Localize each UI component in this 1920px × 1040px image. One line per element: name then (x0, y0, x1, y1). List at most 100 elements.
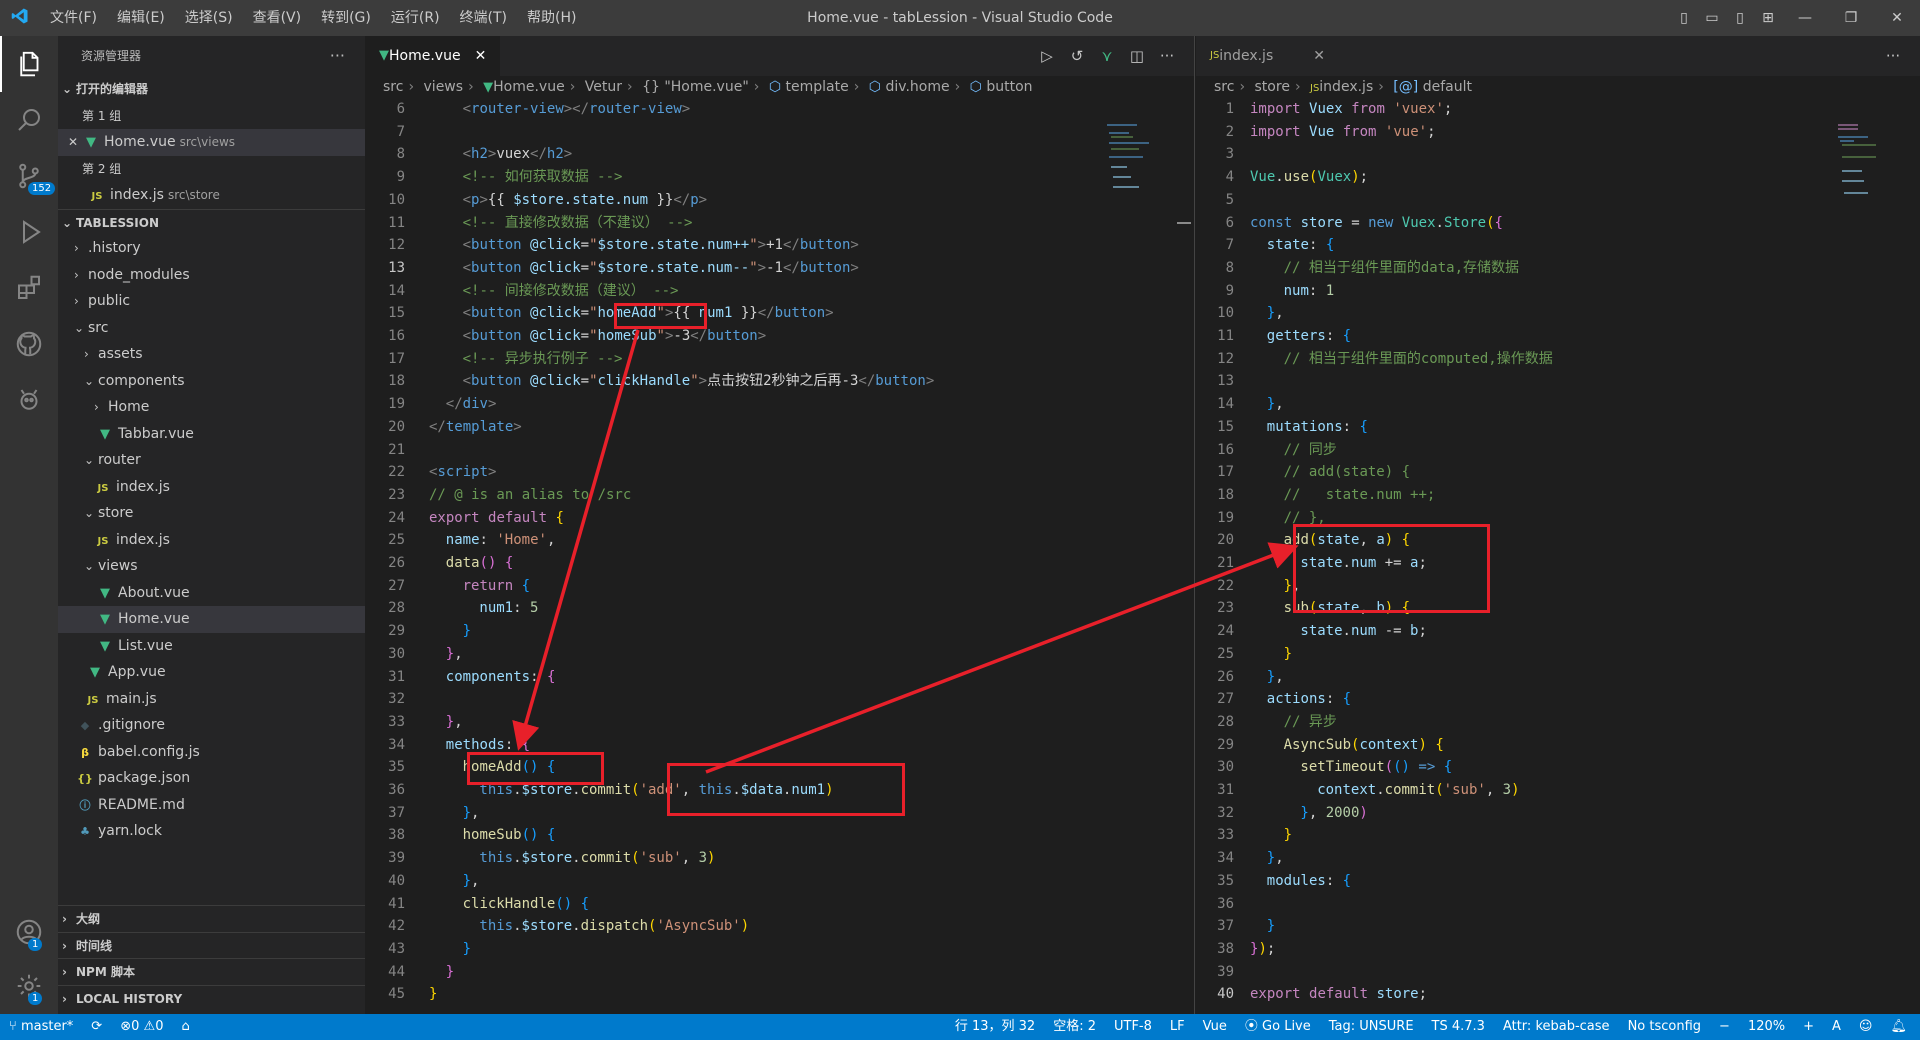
run-debug-icon[interactable] (0, 204, 58, 260)
customize-layout-icon[interactable]: ⊞ (1754, 0, 1782, 36)
timeline-section[interactable]: › 时间线 (58, 931, 365, 959)
tree-item-store[interactable]: ⌄ store (58, 500, 365, 527)
accounts-icon[interactable]: 1 (0, 904, 58, 960)
tree-item-package-json[interactable]: {} package.json (58, 765, 365, 792)
open-editors-section[interactable]: ⌄ 打开的编辑器 (58, 76, 365, 103)
tsconfig-status[interactable]: No tsconfig (1619, 1014, 1710, 1040)
explorer-icon[interactable] (0, 36, 58, 92)
minimap[interactable] (1836, 122, 1896, 242)
close-icon[interactable]: ✕ (475, 36, 487, 76)
crumb[interactable]: button (986, 79, 1032, 95)
npm-scripts-section[interactable]: › NPM 脚本 (58, 958, 365, 985)
indentation[interactable]: 空格: 2 (1044, 1014, 1105, 1040)
tree-item-list-vue[interactable]: ▼ List.vue (58, 633, 365, 660)
toggle-secondary-sidebar-icon[interactable]: ▯ (1726, 0, 1754, 36)
crumb[interactable]: views (424, 79, 464, 95)
tree-item-assets[interactable]: › assets (58, 341, 365, 368)
sync-icon[interactable]: ⟳ (82, 1014, 111, 1040)
font-size-icon[interactable]: A (1823, 1014, 1850, 1040)
tree-item-app-vue[interactable]: ▼ App.vue (58, 659, 365, 686)
tree-item-yarn-lock[interactable]: ♣ yarn.lock (58, 818, 365, 845)
run-icon[interactable]: ▷ (1032, 47, 1062, 65)
vetur-tag[interactable]: Tag: UNSURE (1320, 1014, 1423, 1040)
tree-item-main-js[interactable]: JS main.js (58, 686, 365, 713)
crumb[interactable]: src (383, 79, 403, 95)
problems-indicator[interactable]: ⊗0 ⚠0 (111, 1014, 172, 1040)
crumb[interactable]: store (1255, 79, 1290, 95)
toggle-panel-icon[interactable]: ▭ (1698, 0, 1726, 36)
restore-button[interactable]: ❐ (1828, 0, 1874, 36)
cursor-position[interactable]: 行 13，列 32 (946, 1014, 1044, 1040)
crumb[interactable]: default (1423, 79, 1472, 95)
menu-help[interactable]: 帮助(H) (517, 0, 586, 36)
tree-item-home-folder[interactable]: › Home (58, 394, 365, 421)
encoding[interactable]: UTF-8 (1105, 1014, 1161, 1040)
tree-item-gitignore[interactable]: ◆ .gitignore (58, 712, 365, 739)
source-control-icon[interactable]: 152 (0, 148, 58, 204)
close-window-button[interactable]: ✕ (1874, 0, 1920, 36)
end-of-line[interactable]: LF (1161, 1014, 1194, 1040)
more-actions-icon[interactable]: ··· (1152, 47, 1182, 65)
tree-item-src[interactable]: ⌄ src (58, 315, 365, 342)
crumb[interactable]: div.home (885, 79, 949, 95)
outline-section[interactable]: › 大纲 (58, 905, 365, 932)
scrollbar-thumb[interactable] (1177, 222, 1191, 224)
zoom-out-icon[interactable]: − (1710, 1014, 1739, 1040)
zoom-in-icon[interactable]: + (1794, 1014, 1823, 1040)
close-icon[interactable]: ✕ (68, 129, 82, 156)
menu-edit[interactable]: 编辑(E) (107, 0, 175, 36)
tree-item-components[interactable]: ⌄ components (58, 368, 365, 395)
crumb[interactable]: template (786, 79, 849, 95)
tree-item-router[interactable]: ⌄ router (58, 447, 365, 474)
home-icon[interactable]: ⌂ (172, 1014, 198, 1040)
local-history-section[interactable]: › LOCAL HISTORY (58, 984, 365, 1012)
branch-indicator[interactable]: ⑂ master* (0, 1014, 82, 1040)
crumb[interactable]: Vetur (585, 79, 622, 95)
history-icon[interactable]: ↺ (1062, 47, 1092, 65)
minimize-button[interactable]: — (1782, 0, 1828, 36)
github-icon[interactable] (0, 316, 58, 372)
tree-item-store-index[interactable]: JS index.js (58, 527, 365, 554)
open-editor-index-js[interactable]: JS index.js src\store (58, 182, 365, 209)
tree-item-views[interactable]: ⌄ views (58, 553, 365, 580)
vetur-attr[interactable]: Attr: kebab-case (1494, 1014, 1619, 1040)
menu-run[interactable]: 运行(R) (381, 0, 450, 36)
more-actions-icon[interactable]: ··· (330, 36, 345, 76)
menu-file[interactable]: 文件(F) (40, 0, 107, 36)
tree-item-home-vue[interactable]: ▼ Home.vue (58, 606, 365, 633)
tree-item-readme[interactable]: ⓘ README.md (58, 792, 365, 819)
tree-item-node-modules[interactable]: › node_modules (58, 262, 365, 289)
toggle-sidebar-icon[interactable]: ▯ (1670, 0, 1698, 36)
language-mode[interactable]: Vue (1194, 1014, 1236, 1040)
settings-gear-icon[interactable]: 1 (0, 958, 58, 1014)
feedback-icon[interactable]: ☺ (1850, 1014, 1882, 1040)
minimap[interactable] (1105, 122, 1165, 242)
tab-index-js[interactable]: JS index.js ✕ (1196, 36, 1339, 76)
crumb[interactable]: {} "Home.vue" (642, 79, 749, 95)
tree-item-tabbar-vue[interactable]: ▼ Tabbar.vue (58, 421, 365, 448)
open-editor-home-vue[interactable]: ✕ ▼ Home.vue src\views (58, 129, 365, 156)
go-live-button[interactable]: ⦿ Go Live (1236, 1014, 1320, 1040)
search-icon[interactable] (0, 92, 58, 148)
crumb[interactable]: index.js (1319, 79, 1373, 95)
vue-preview-icon[interactable]: ⋎ (1092, 47, 1122, 65)
zoom-level[interactable]: 120% (1739, 1014, 1794, 1040)
ts-version[interactable]: TS 4.7.3 (1423, 1014, 1494, 1040)
extensions-icon[interactable] (0, 260, 58, 316)
crumb[interactable]: Home.vue (493, 79, 565, 95)
crumb[interactable]: src (1214, 79, 1234, 95)
split-editor-icon[interactable]: ◫ (1122, 47, 1152, 65)
remote-explorer-icon[interactable] (0, 372, 58, 428)
project-section[interactable]: ⌄ TABLESSION (58, 208, 365, 236)
tree-item-babel-config[interactable]: β babel.config.js (58, 739, 365, 766)
tree-item-history[interactable]: › .history (58, 235, 365, 262)
menu-view[interactable]: 查看(V) (243, 0, 312, 36)
code-area-left[interactable]: 6 <router-view></router-view> 7 8 <h2>vuex… (365, 98, 1194, 1014)
tab-home-vue[interactable]: ▼ Home.vue ✕ (365, 36, 501, 76)
tree-item-public[interactable]: › public (58, 288, 365, 315)
tree-item-about-vue[interactable]: ▼ About.vue (58, 580, 365, 607)
menu-selection[interactable]: 选择(S) (175, 0, 243, 36)
more-actions-icon[interactable]: ··· (1878, 47, 1908, 65)
menu-terminal[interactable]: 终端(T) (450, 0, 517, 36)
tree-item-router-index[interactable]: JS index.js (58, 474, 365, 501)
